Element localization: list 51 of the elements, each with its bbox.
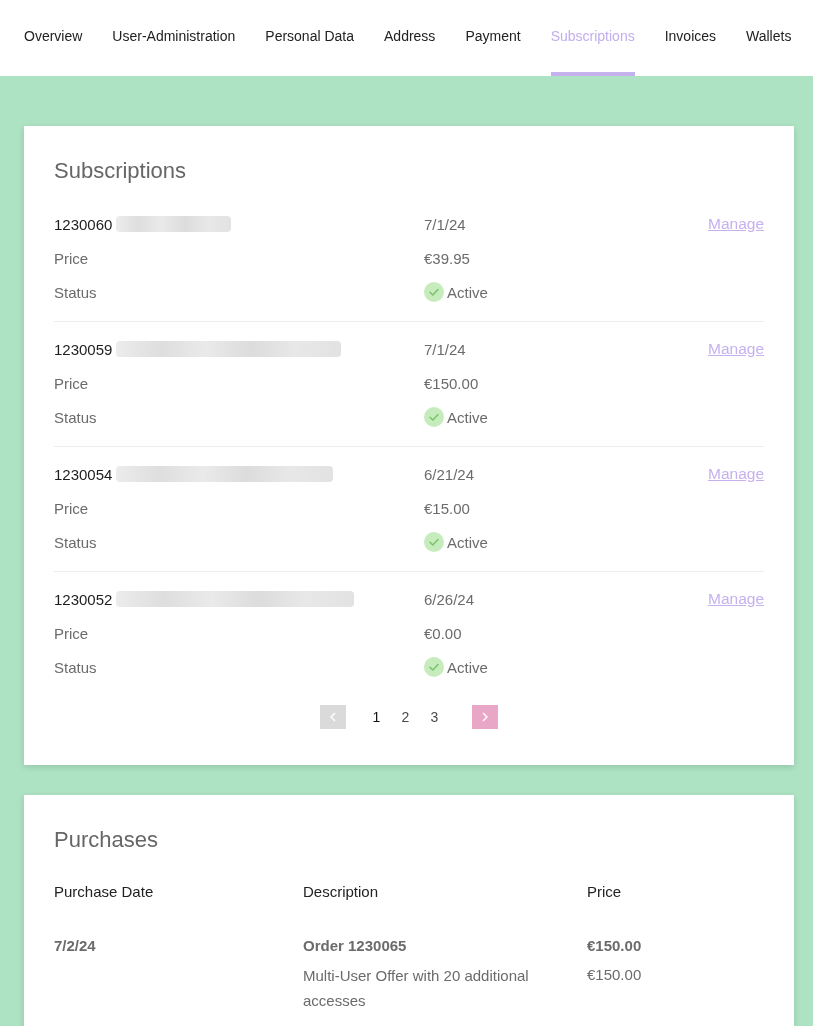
chevron-right-icon: [482, 712, 488, 722]
nav-tab[interactable]: Overview: [24, 0, 83, 76]
nav-tab[interactable]: Wallets: [746, 0, 792, 76]
subscription-number: 1230052: [54, 590, 113, 608]
field-label: Price: [54, 249, 90, 267]
field-label: Status: [54, 533, 98, 551]
field-label: Price: [54, 499, 90, 517]
check-circle-icon: [424, 282, 444, 302]
nav-tab[interactable]: Address: [384, 0, 436, 76]
nav-tab[interactable]: Payment: [465, 0, 521, 76]
subscription-date: 6/21/24: [424, 465, 476, 483]
page-number[interactable]: 3: [420, 705, 449, 729]
chevron-left-icon: [330, 712, 336, 722]
status-text: Active: [447, 533, 488, 551]
status-text: Active: [447, 408, 488, 426]
price-value: €39.95: [424, 249, 471, 267]
subscription-date: 6/26/24: [424, 590, 476, 608]
order-total: €150.00: [587, 936, 643, 956]
item-description: Multi-User Offer with 20 additional accesses: [303, 966, 530, 1011]
item-price: €150.00: [587, 965, 643, 985]
price-value: €15.00: [424, 499, 471, 517]
order-title: Order 1230065: [303, 936, 408, 956]
field-label: Price: [54, 374, 90, 392]
next-page-button[interactable]: [472, 705, 498, 729]
subscription-date: 7/1/24: [424, 215, 467, 233]
column-header: Purchase Date: [54, 882, 155, 902]
price-value: €150.00: [424, 374, 480, 392]
price-value: €0.00: [424, 624, 463, 642]
page-number[interactable]: 2: [391, 705, 420, 729]
status-text: Active: [447, 283, 488, 301]
subscription-date: 7/1/24: [424, 340, 467, 358]
nav-tab[interactable]: User-Administration: [112, 0, 236, 76]
purchase-date: 7/2/24: [54, 936, 97, 956]
column-header: Price: [587, 882, 623, 902]
status-text: Active: [447, 658, 488, 676]
field-label: Price: [54, 624, 90, 642]
field-label: Status: [54, 408, 98, 426]
card-title: Purchases: [54, 827, 159, 853]
nav-tab[interactable]: Invoices: [664, 0, 717, 76]
subscription-number: 1230060: [54, 215, 113, 233]
field-label: Status: [54, 658, 98, 676]
check-circle-icon: [424, 657, 444, 677]
check-circle-icon: [424, 407, 444, 427]
subscription-number: 1230059: [54, 340, 113, 358]
field-label: Status: [54, 283, 98, 301]
check-circle-icon: [424, 532, 444, 552]
card-title: Subscriptions: [54, 158, 188, 184]
subscription-number: 1230054: [54, 465, 113, 483]
column-header: Description: [303, 882, 380, 902]
nav-tab[interactable]: Personal Data: [265, 0, 354, 76]
page-number[interactable]: 1: [362, 705, 391, 729]
